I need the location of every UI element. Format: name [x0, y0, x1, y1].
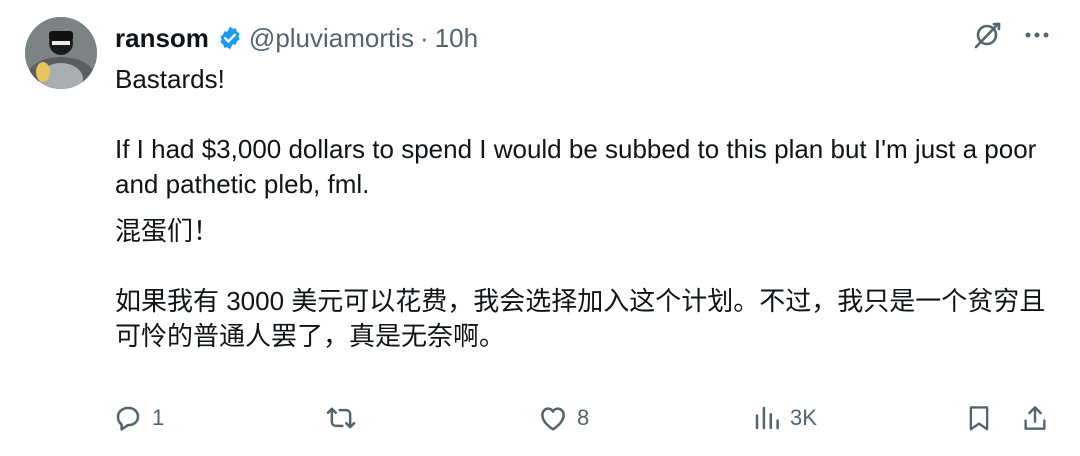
author-name[interactable]: ransom	[115, 23, 209, 54]
like-icon	[537, 402, 569, 434]
reply-count: 1	[152, 405, 165, 430]
action-bar: 1 8 3K	[112, 398, 1057, 438]
tweet-text-paragraph: 混蛋们！	[115, 216, 220, 246]
reply-button[interactable]: 1	[112, 398, 164, 438]
share-icon	[1020, 402, 1050, 434]
avatar[interactable]	[25, 17, 97, 89]
reply-icon	[112, 402, 144, 434]
more-icon[interactable]	[1022, 20, 1052, 50]
views-icon	[752, 402, 782, 434]
bookmark-button[interactable]	[964, 398, 994, 438]
author-handle[interactable]: @pluviamortis	[249, 23, 414, 54]
like-count: 8	[577, 405, 590, 430]
verified-badge-icon	[217, 25, 243, 51]
header-separator: ·	[420, 22, 429, 53]
tweet-body: Bastards! If I had $3,000 dollars to spe…	[115, 62, 1065, 354]
tweet: ransom @pluviamortis · 10h Bastards! If …	[0, 0, 1080, 456]
retweet-icon	[324, 402, 358, 434]
views-count: 3K	[790, 405, 817, 430]
like-button[interactable]: 8	[537, 398, 589, 438]
tweet-text-paragraph: Bastards!	[115, 64, 225, 94]
timestamp[interactable]: 10h	[435, 23, 478, 54]
grok-icon[interactable]	[972, 20, 1002, 50]
tweet-text-paragraph: 如果我有 3000 美元可以花费，我会选择加入这个计划。不过，我只是一个贫穷且可…	[115, 286, 1046, 351]
tweet-header: ransom @pluviamortis · 10h	[115, 20, 478, 56]
tweet-text-paragraph: If I had $3,000 dollars to spend I would…	[115, 134, 1044, 199]
views-button[interactable]: 3K	[752, 398, 817, 438]
retweet-button[interactable]	[324, 398, 358, 438]
share-button[interactable]	[1020, 398, 1050, 438]
top-actions	[972, 20, 1052, 50]
bookmark-icon	[964, 402, 994, 434]
